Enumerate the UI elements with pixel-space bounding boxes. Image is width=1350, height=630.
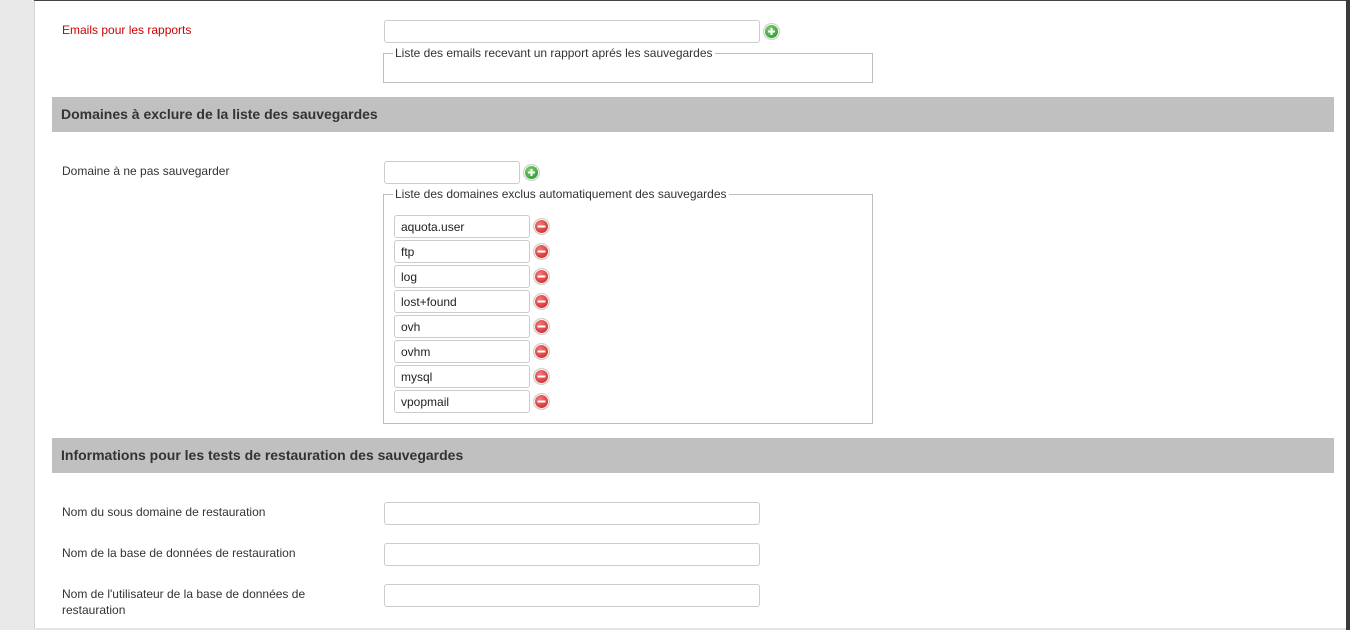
minus-circle-icon xyxy=(537,325,546,328)
excluded-domain-value[interactable] xyxy=(394,290,530,313)
exclude-domain-input[interactable] xyxy=(384,161,520,184)
remove-domain-button[interactable] xyxy=(533,268,550,285)
restore-section-title: Informations pour les tests de restaurat… xyxy=(61,447,464,463)
add-email-button[interactable] xyxy=(763,23,780,40)
minus-circle-icon xyxy=(537,275,546,278)
excluded-domain-item xyxy=(394,315,552,338)
minus-circle-icon xyxy=(537,400,546,403)
excluded-domain-value[interactable] xyxy=(394,365,530,388)
minus-circle-icon xyxy=(537,350,546,353)
excluded-domain-value[interactable] xyxy=(394,215,530,238)
restore-db-user-label-line1: Nom de l'utilisateur de la base de donné… xyxy=(62,587,306,601)
remove-domain-button[interactable] xyxy=(533,318,550,335)
restore-db-user-label-line2: restauration xyxy=(62,603,126,617)
minus-circle-icon xyxy=(537,250,546,253)
restore-db-user-label: Nom de l'utilisateur de la base de donné… xyxy=(62,586,305,618)
left-gutter xyxy=(0,0,35,630)
exclude-domain-label: Domaine à ne pas sauvegarder xyxy=(62,164,230,178)
restore-db-name-label: Nom de la base de données de restauratio… xyxy=(62,546,296,560)
right-edge xyxy=(1346,0,1350,630)
reports-email-list-legend: Liste des emails recevant un rapport apr… xyxy=(395,46,713,60)
excluded-domain-item xyxy=(394,390,552,413)
remove-domain-button[interactable] xyxy=(533,218,550,235)
add-domain-button[interactable] xyxy=(523,164,540,181)
reports-email-list: Liste des emails recevant un rapport apr… xyxy=(383,46,873,83)
excluded-domain-item xyxy=(394,290,552,313)
exclude-section-title: Domaines à exclure de la liste des sauve… xyxy=(61,106,378,122)
minus-circle-icon xyxy=(537,375,546,378)
excluded-domain-item xyxy=(394,265,552,288)
excluded-domain-item xyxy=(394,240,552,263)
reports-email-input[interactable] xyxy=(384,20,760,43)
excluded-domain-item xyxy=(394,365,552,388)
restore-subdomain-label: Nom du sous domaine de restauration xyxy=(62,505,266,519)
restore-section-header: Informations pour les tests de restaurat… xyxy=(52,438,1334,473)
excluded-domain-value[interactable] xyxy=(394,340,530,363)
excluded-domains-list-legend: Liste des domaines exclus automatiquemen… xyxy=(395,187,727,201)
reports-email-label: Emails pour les rapports xyxy=(62,23,192,37)
minus-circle-icon xyxy=(537,225,546,228)
excluded-domain-item xyxy=(394,340,552,363)
remove-domain-button[interactable] xyxy=(533,343,550,360)
excluded-domain-value[interactable] xyxy=(394,240,530,263)
remove-domain-button[interactable] xyxy=(533,368,550,385)
plus-circle-icon xyxy=(768,28,775,35)
remove-domain-button[interactable] xyxy=(533,393,550,410)
exclude-section-header: Domaines à exclure de la liste des sauve… xyxy=(52,97,1334,132)
restore-db-name-input[interactable] xyxy=(384,543,760,566)
restore-subdomain-input[interactable] xyxy=(384,502,760,525)
excluded-domain-value[interactable] xyxy=(394,315,530,338)
top-border xyxy=(34,0,1346,1)
restore-db-user-input[interactable] xyxy=(384,584,760,607)
remove-domain-button[interactable] xyxy=(533,243,550,260)
remove-domain-button[interactable] xyxy=(533,293,550,310)
plus-circle-icon xyxy=(528,169,535,176)
excluded-domain-item xyxy=(394,215,552,238)
excluded-domain-value[interactable] xyxy=(394,265,530,288)
excluded-domain-value[interactable] xyxy=(394,390,530,413)
minus-circle-icon xyxy=(537,300,546,303)
